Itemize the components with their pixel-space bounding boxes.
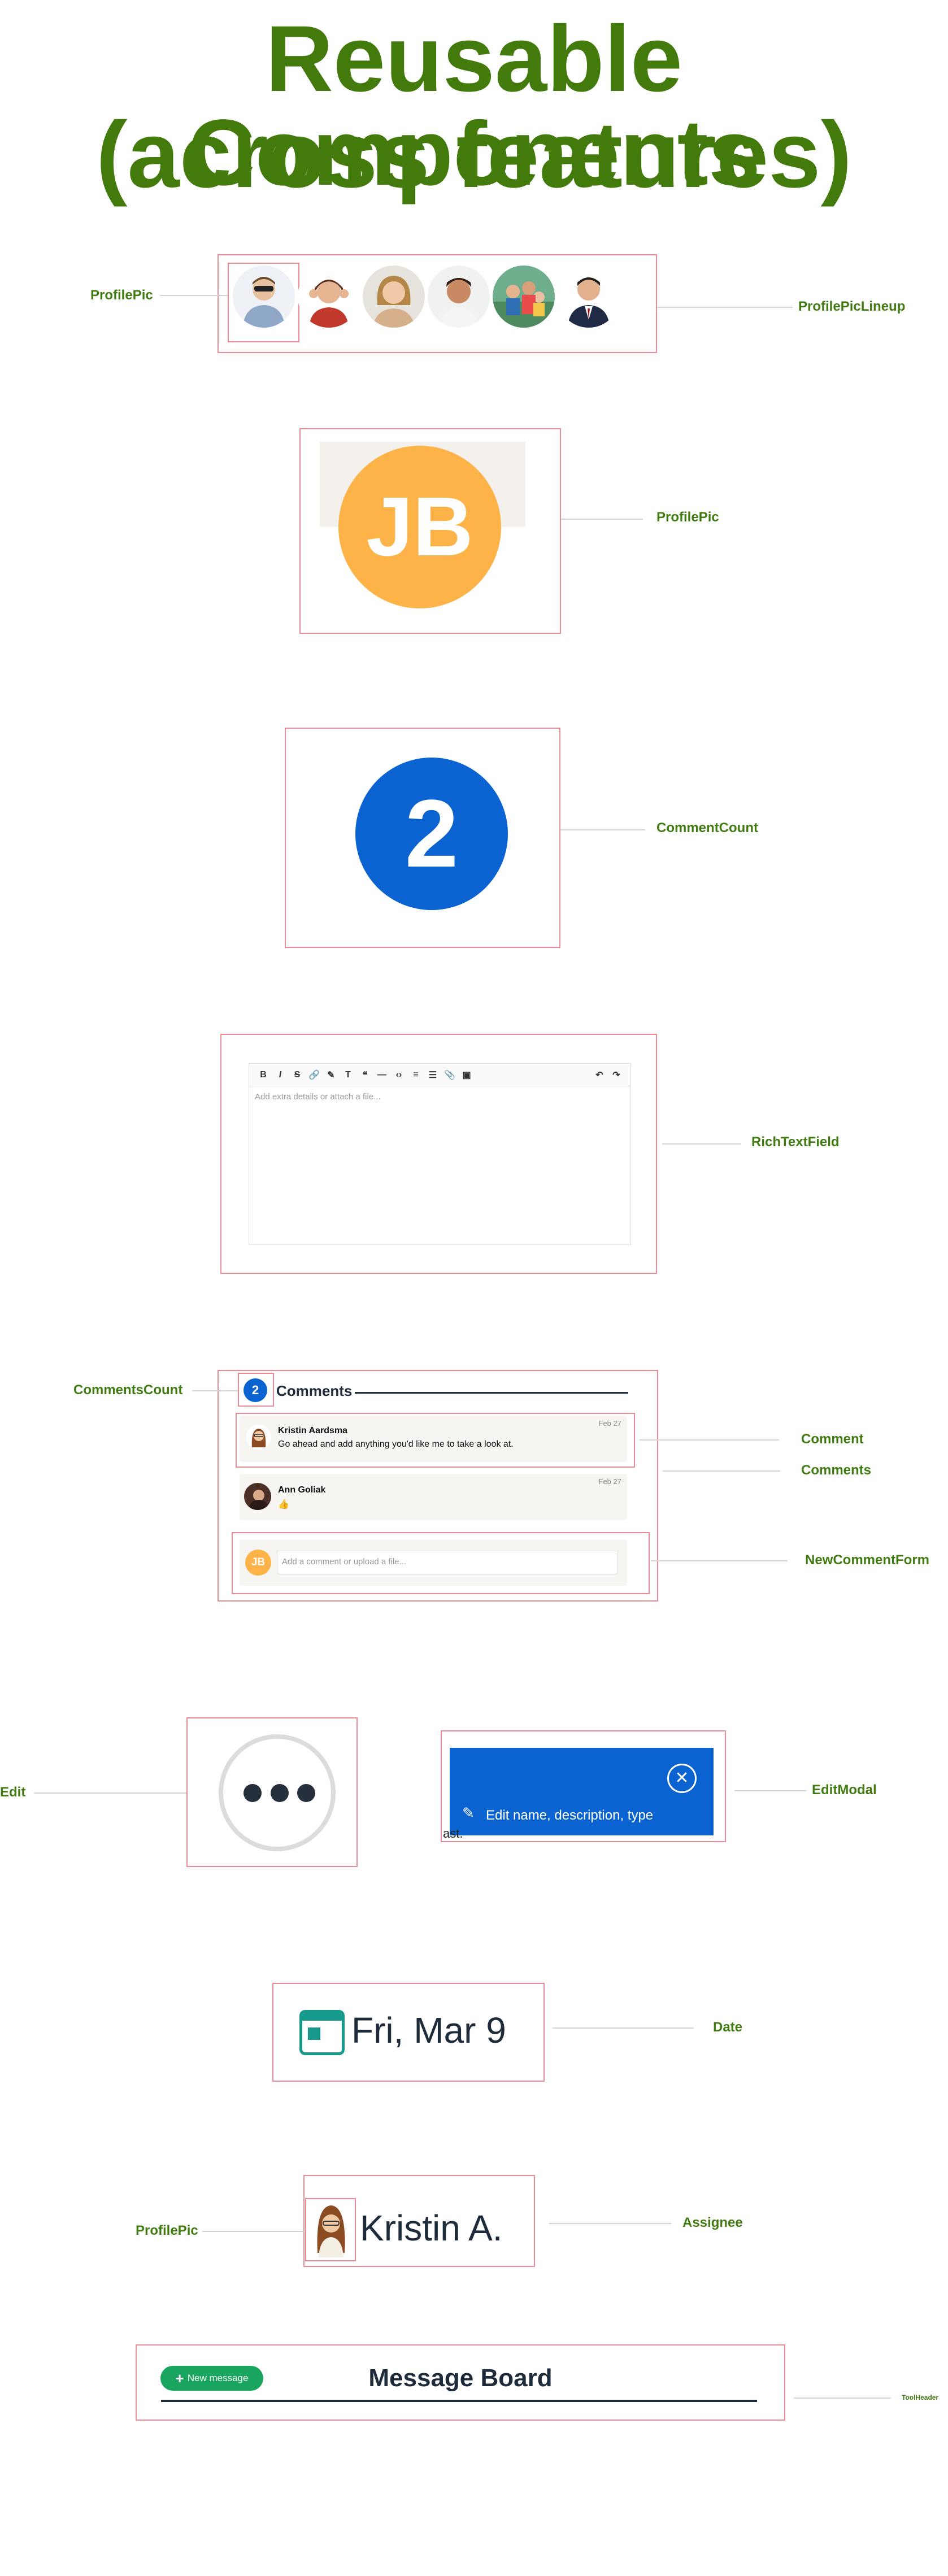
- comment-count-badge: 2: [355, 758, 508, 910]
- new-comment-placeholder: Add a comment or upload a file...: [282, 1557, 407, 1567]
- comments-heading-rule: [355, 1392, 628, 1394]
- tool-header-rule: [161, 2400, 757, 2402]
- lineup-avatar-6: [558, 266, 620, 328]
- redo-icon[interactable]: ↷: [608, 1069, 625, 1081]
- lineup-avatar-4: [428, 266, 490, 328]
- calendar-icon: [299, 2010, 345, 2055]
- link-icon[interactable]: 🔗: [306, 1069, 323, 1081]
- bold-button[interactable]: B: [255, 1070, 272, 1080]
- assignee-name: Kristin A.: [360, 2208, 503, 2248]
- close-icon[interactable]: ✕: [667, 1764, 697, 1793]
- comment-count-connector: [560, 829, 645, 830]
- comments-heading: Comments: [276, 1382, 353, 1399]
- profile-pic-label-1: ProfilePic: [90, 288, 153, 303]
- code-icon[interactable]: ‹›: [390, 1070, 407, 1080]
- heading-button[interactable]: T: [340, 1070, 356, 1080]
- tool-header-title: Message Board: [368, 2364, 553, 2392]
- comment-label: Comment: [801, 1431, 864, 1447]
- comment-date: Feb 27: [598, 1419, 621, 1428]
- jb-avatar-initials: JB: [366, 480, 473, 573]
- edit-modal-fragment: ast.: [443, 1826, 463, 1840]
- comments-label: Comments: [801, 1463, 872, 1478]
- comments-count-number: 2: [251, 1383, 259, 1397]
- profile-pic-label-2: ProfilePic: [656, 510, 719, 525]
- profile-pic-label-3: ProfilePic: [136, 2223, 198, 2238]
- tool-header-connector: [794, 2397, 891, 2399]
- rich-text-field-connector: [662, 1143, 741, 1145]
- comment-date: Feb 27: [598, 1477, 621, 1486]
- numbered-list-icon[interactable]: ☰: [424, 1069, 441, 1081]
- bullet-list-icon[interactable]: ≡: [407, 1070, 424, 1080]
- comment-count-label: CommentCount: [656, 820, 758, 836]
- divider-button[interactable]: —: [373, 1070, 390, 1080]
- edit-modal-text[interactable]: Edit name, description, type: [486, 1808, 653, 1824]
- edit-modal: ✕ ✎ Edit name, description, type: [450, 1748, 714, 1835]
- edit-button[interactable]: [219, 1734, 336, 1851]
- date-label: Date: [713, 2020, 743, 2035]
- rich-text-field-label: RichTextField: [751, 1134, 840, 1150]
- new-comment-form-connector: [651, 1560, 788, 1561]
- comments-connector: [663, 1470, 780, 1472]
- date-connector: [553, 2027, 694, 2029]
- undo-icon[interactable]: ↶: [591, 1069, 608, 1081]
- new-comment-form: JB Add a comment or upload a file...: [240, 1539, 627, 1586]
- italic-button[interactable]: I: [272, 1070, 289, 1080]
- assignee-avatar: [310, 2201, 353, 2257]
- quote-icon[interactable]: ❝: [356, 1069, 373, 1081]
- comment-count-number: 2: [405, 780, 459, 887]
- more-dots-icon: [243, 1784, 315, 1802]
- page-title-line-2: (across features): [96, 103, 852, 207]
- assignee-connector: [549, 2223, 671, 2224]
- profile-pic-lineup-connector: [657, 307, 793, 308]
- comment-author: Kristin Aardsma: [278, 1426, 347, 1435]
- image-icon[interactable]: ▣: [458, 1069, 475, 1081]
- comments-count-connector: [192, 1390, 238, 1391]
- edit-modal-connector: [734, 1790, 806, 1791]
- lineup-avatar-2: [298, 266, 360, 328]
- attachment-icon[interactable]: 📎: [441, 1069, 458, 1081]
- comment-author: Ann Goliak: [278, 1485, 326, 1495]
- new-comment-avatar: JB: [245, 1550, 271, 1576]
- assignee-profile-pic-connector: [202, 2231, 305, 2232]
- comment-text: 👍: [278, 1500, 289, 1509]
- rich-text-placeholder: Add extra details or attach a file...: [255, 1092, 381, 1102]
- lineup-avatar-1: [233, 266, 295, 328]
- highlight-icon[interactable]: ✎: [323, 1069, 340, 1081]
- edit-connector: [34, 1792, 186, 1794]
- profile-pic-lineup-label: ProfilePicLineup: [798, 299, 906, 314]
- profile-pic-connector: [160, 295, 228, 296]
- date-text: Fri, Mar 9: [351, 2010, 506, 2051]
- assignee-label: Assignee: [682, 2215, 743, 2230]
- tool-header-label: ToolHeader: [902, 2394, 939, 2401]
- new-comment-input[interactable]: Add a comment or upload a file...: [277, 1551, 618, 1574]
- new-comment-form-label: NewCommentForm: [805, 1552, 930, 1568]
- rich-text-toolbar: B I S 🔗 ✎ T ❝ — ‹› ≡ ☰ 📎 ▣ ↶ ↷: [249, 1064, 630, 1086]
- lineup-avatar-3: [363, 266, 425, 328]
- edit-modal-label: EditModal: [812, 1782, 877, 1798]
- comments-count-label: CommentsCount: [73, 1382, 183, 1398]
- lineup-avatar-5: [493, 266, 555, 328]
- jb-avatar: JB: [338, 446, 501, 608]
- pencil-icon: ✎: [462, 1804, 475, 1821]
- comment-kristin: Kristin Aardsma Go ahead and add anythin…: [240, 1416, 627, 1462]
- edit-label: Edit: [0, 1785, 26, 1800]
- jb-profile-pic-connector: [561, 519, 643, 520]
- rich-text-field[interactable]: B I S 🔗 ✎ T ❝ — ‹› ≡ ☰ 📎 ▣ ↶ ↷ Add extra…: [249, 1063, 631, 1245]
- ann-avatar: [244, 1483, 271, 1510]
- comment-connector: [640, 1439, 779, 1441]
- comment-ann: Ann Goliak 👍 Feb 27: [240, 1474, 627, 1520]
- strikethrough-button[interactable]: S: [289, 1070, 306, 1080]
- new-comment-avatar-initials: JB: [251, 1556, 266, 1568]
- comment-text: Go ahead and add anything you'd like me …: [278, 1439, 514, 1449]
- kristin-avatar: [246, 1425, 271, 1450]
- comments-count-badge: 2: [243, 1378, 267, 1402]
